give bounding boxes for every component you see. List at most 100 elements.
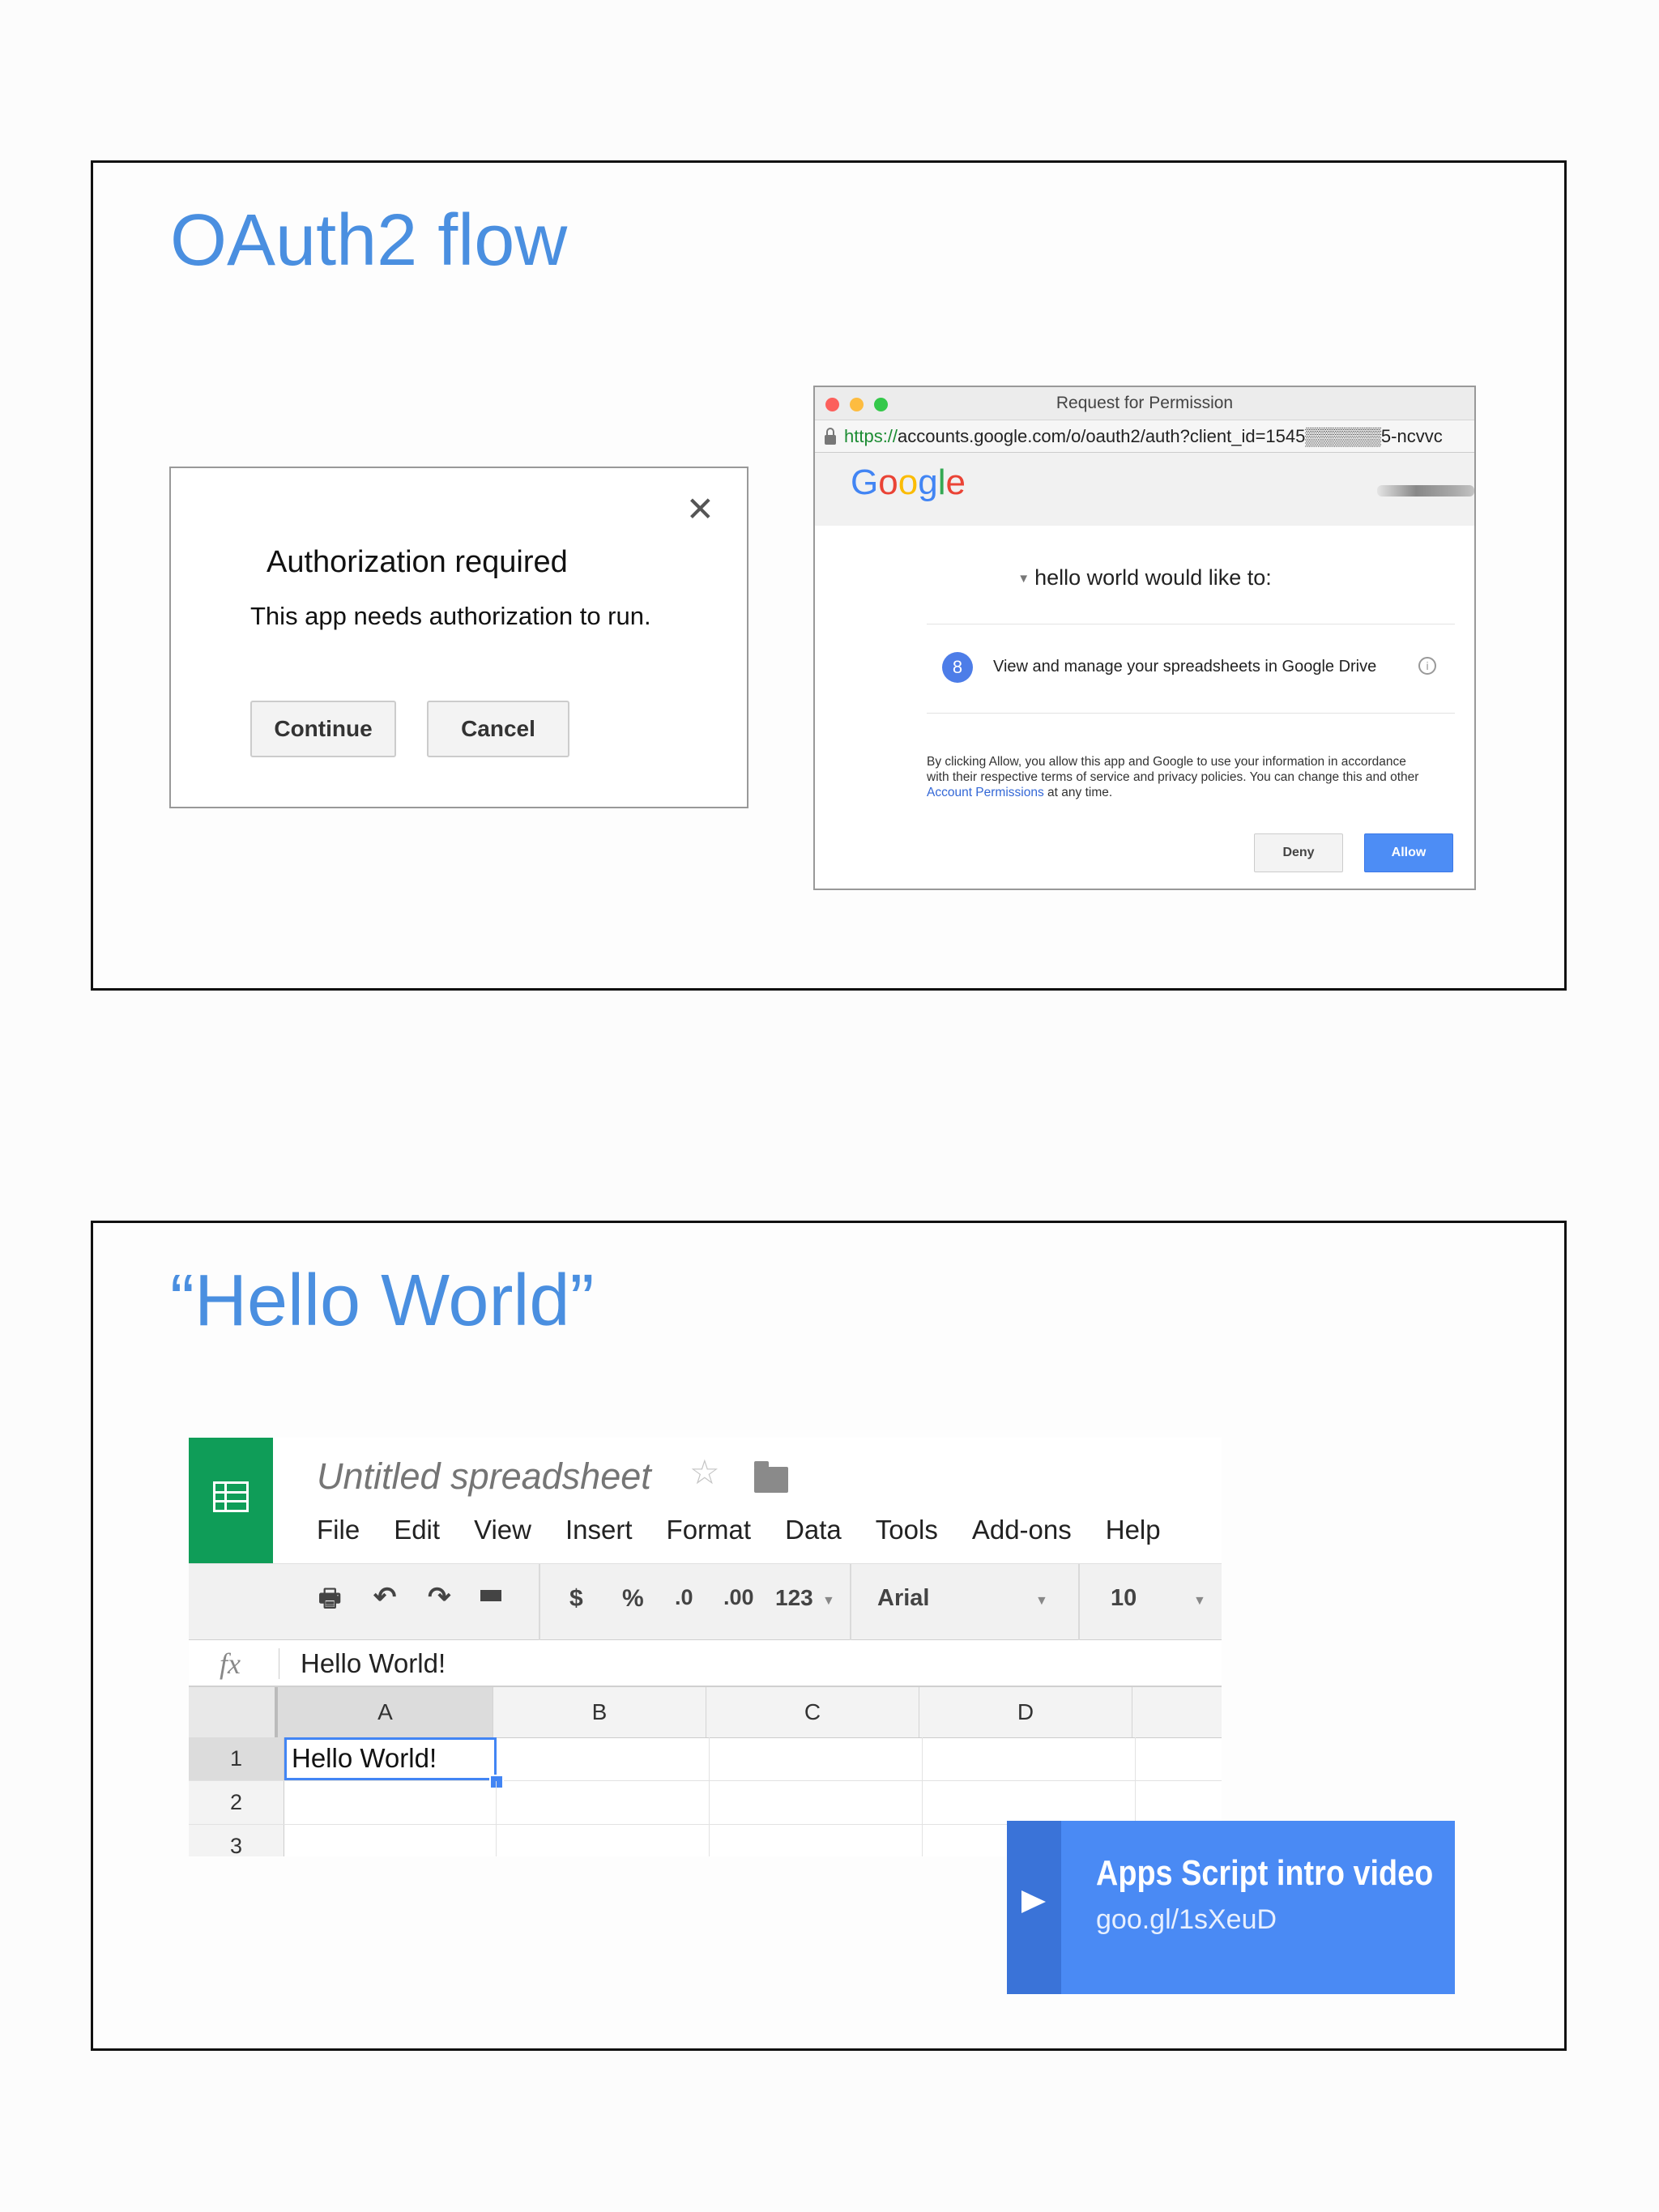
cell-b3[interactable] (497, 1825, 710, 1856)
cell-a3[interactable] (284, 1825, 497, 1856)
row-header-1[interactable]: 1 (189, 1737, 284, 1780)
menu-item-view[interactable]: View (474, 1515, 531, 1547)
fx-icon: fx (220, 1647, 241, 1680)
url-text: accounts.google.com/o/oauth2/auth?client… (898, 425, 1443, 446)
column-header-c[interactable]: C (706, 1687, 919, 1737)
legal-prefix: By clicking Allow, you allow this app an… (927, 755, 1419, 784)
column-header-a[interactable]: A (278, 1687, 493, 1737)
slide-oauth2: OAuth2 flow ✕ Authorization required Thi… (91, 160, 1567, 991)
row-header-2[interactable]: 2 (189, 1781, 284, 1824)
sheets-scope-icon: 8 (942, 652, 973, 683)
video-title[interactable]: Apps Script intro video (1096, 1853, 1433, 1894)
allow-button[interactable]: Allow (1364, 833, 1453, 872)
star-icon[interactable]: ☆ (689, 1455, 720, 1490)
legal-text: By clicking Allow, you allow this app an… (927, 754, 1429, 800)
print-icon[interactable]: 🖶 (318, 1587, 341, 1611)
video-url[interactable]: goo.gl/1sXeuD (1096, 1904, 1277, 1936)
play-icon[interactable] (1021, 1890, 1046, 1913)
google-logo: Google (851, 462, 966, 503)
folder-icon[interactable] (754, 1461, 788, 1493)
number-format-button[interactable]: 123 (775, 1587, 813, 1609)
video-link-card[interactable]: Apps Script intro video goo.gl/1sXeuD (1007, 1821, 1455, 1994)
continue-button[interactable]: Continue (250, 701, 396, 757)
separator (539, 1564, 540, 1641)
slide-title: “Hello World” (170, 1260, 595, 1341)
column-header-row: A B C D (189, 1687, 1222, 1738)
percent-format-button[interactable]: % (622, 1587, 644, 1611)
google-logo-letter: G (851, 462, 879, 502)
menu-bar: File Edit View Insert Format Data Tools Add-ons… (317, 1515, 1195, 1547)
lock-icon (825, 427, 836, 445)
increase-decimals-button[interactable]: .00 (723, 1587, 754, 1609)
toolbar: 🖶 ↶ ↷ $ % .0 .00 123 ▼ Arial ▼ 10 ▼ (189, 1563, 1222, 1641)
cell-c1[interactable] (710, 1737, 923, 1780)
select-all-corner[interactable] (189, 1687, 278, 1737)
formula-bar[interactable]: fx Hello World! (189, 1640, 1222, 1687)
separator (1078, 1564, 1080, 1641)
column-header-b[interactable]: B (493, 1687, 706, 1737)
google-logo-letter: o (898, 462, 919, 502)
undo-icon[interactable]: ↶ (373, 1583, 397, 1611)
formula-value[interactable]: Hello World! (301, 1648, 446, 1679)
chevron-down-icon[interactable]: ▼ (1193, 1595, 1206, 1608)
redo-icon[interactable]: ↷ (428, 1583, 451, 1611)
spreadsheet-screenshot: Untitled spreadsheet ☆ File Edit View Inser… (189, 1438, 1222, 1856)
deny-button[interactable]: Deny (1254, 833, 1343, 872)
menu-item-file[interactable]: File (317, 1515, 360, 1547)
google-logo-letter: l (937, 462, 946, 502)
menu-item-add-ons[interactable]: Add-ons (972, 1515, 1072, 1547)
menu-item-format[interactable]: Format (667, 1515, 752, 1547)
account-permissions-link[interactable]: Account Permissions (927, 786, 1044, 799)
permission-window: Request for Permission https://accounts.… (813, 386, 1476, 890)
table-row: 2 (189, 1781, 1222, 1825)
play-strip (1007, 1821, 1061, 1994)
google-logo-letter: o (878, 462, 898, 502)
permission-request: ▼ hello world would like to: (815, 565, 1474, 590)
menu-item-edit[interactable]: Edit (394, 1515, 440, 1547)
google-header: Google (815, 453, 1474, 526)
url-bar[interactable]: https://accounts.google.com/o/oauth2/aut… (815, 420, 1474, 453)
google-logo-letter: e (945, 462, 966, 502)
cell-b1[interactable] (497, 1737, 710, 1780)
slide-title: OAuth2 flow (170, 200, 568, 281)
info-icon[interactable]: i (1418, 657, 1436, 675)
cell-b2[interactable] (497, 1781, 710, 1824)
slide-hello-world: “Hello World” Untitled spreadsheet ☆ Fil… (91, 1221, 1567, 2051)
cell-c2[interactable] (710, 1781, 923, 1824)
chevron-down-icon[interactable]: ▼ (822, 1595, 835, 1608)
menu-item-insert[interactable]: Insert (565, 1515, 633, 1547)
menu-item-help[interactable]: Help (1106, 1515, 1161, 1547)
close-icon[interactable]: ✕ (686, 492, 714, 526)
menu-item-tools[interactable]: Tools (876, 1515, 938, 1547)
cell-d1[interactable] (923, 1737, 1136, 1780)
dialog-message: This app needs authorization to run. (250, 602, 651, 630)
decrease-decimals-button[interactable]: .0 (675, 1587, 693, 1609)
chevron-down-icon[interactable]: ▼ (1035, 1595, 1048, 1608)
legal-suffix: at any time. (1047, 786, 1113, 799)
document-title[interactable]: Untitled spreadsheet (317, 1455, 651, 1498)
menu-item-data[interactable]: Data (785, 1515, 842, 1547)
divider (927, 713, 1455, 714)
font-size-select[interactable]: 10 (1111, 1587, 1137, 1610)
table-row: 1 Hello World! (189, 1737, 1222, 1781)
sheets-logo-icon[interactable] (189, 1438, 273, 1563)
window-titlebar: Request for Permission (815, 387, 1474, 420)
dialog-heading: Authorization required (267, 545, 568, 579)
scope-description: View and manage your spreadsheets in Goo… (993, 658, 1377, 676)
currency-format-button[interactable]: $ (569, 1587, 583, 1611)
cell-d2[interactable] (923, 1781, 1136, 1824)
font-select[interactable]: Arial (877, 1587, 929, 1610)
dropdown-triangle-icon[interactable]: ▼ (1017, 572, 1030, 586)
row-header-3[interactable]: 3 (189, 1825, 284, 1856)
url-scheme: https:// (844, 425, 898, 446)
paint-format-icon[interactable] (480, 1590, 501, 1601)
window-title: Request for Permission (1056, 394, 1234, 412)
blurred-account-name (1377, 485, 1474, 497)
cell-a2[interactable] (284, 1781, 497, 1824)
request-text: hello world would like to: (1034, 565, 1272, 590)
authorization-dialog: ✕ Authorization required This app needs … (169, 467, 748, 808)
cell-c3[interactable] (710, 1825, 923, 1856)
column-header-d[interactable]: D (919, 1687, 1132, 1737)
cell-a1[interactable]: Hello World! (284, 1737, 497, 1780)
cancel-button[interactable]: Cancel (427, 701, 569, 757)
